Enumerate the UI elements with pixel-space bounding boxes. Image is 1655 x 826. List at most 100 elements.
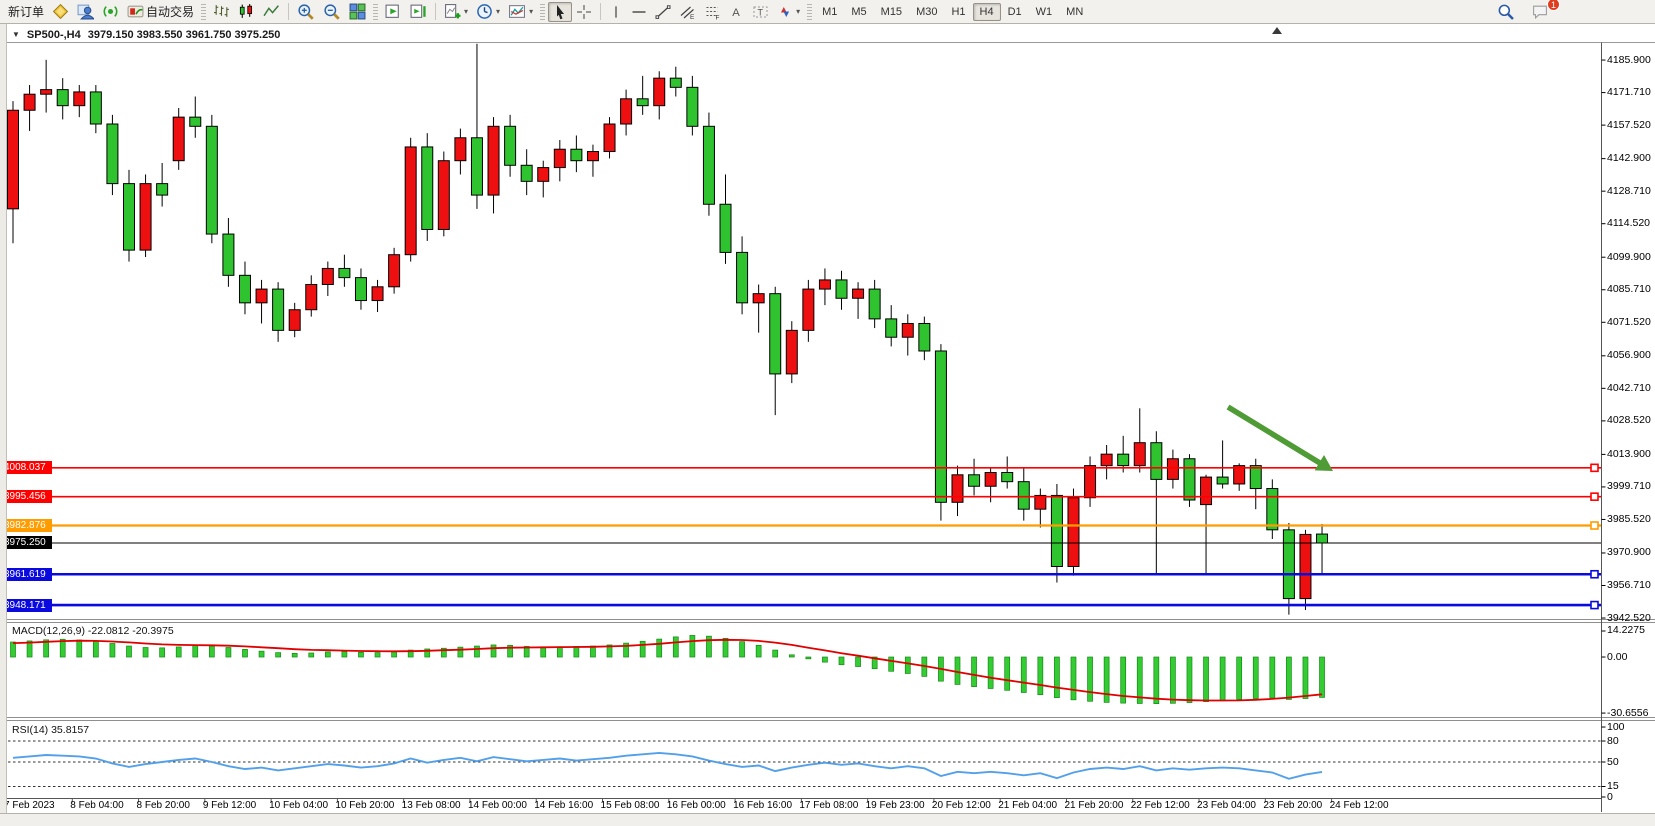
chart-shift-button[interactable]	[406, 2, 431, 22]
macd-axis-tick-label: 14.2275	[1607, 624, 1645, 637]
toolbar-drag-handle[interactable]	[540, 4, 545, 20]
chevron-down-icon: ▾	[496, 7, 500, 16]
new-order-button[interactable]: 新订单	[4, 2, 48, 22]
timeframe-button-m5[interactable]: M5	[844, 3, 873, 21]
price-axis-tick-label: 4056.900	[1607, 349, 1651, 362]
price-axis-tick-label: 4142.900	[1607, 152, 1651, 165]
cursor-tool-button[interactable]	[548, 2, 572, 22]
zoom-out-button[interactable]	[319, 2, 345, 22]
text-label-icon: T	[752, 4, 769, 20]
price-axis-tick-label: 4171.710	[1607, 86, 1651, 99]
fibonacci-tool[interactable]: F	[700, 2, 725, 22]
new-chart-icon	[444, 3, 461, 20]
auto-scroll-icon	[385, 3, 402, 20]
price-axis-tick-label: 4085.710	[1607, 283, 1651, 296]
price-axis-tick-label: 3985.520	[1607, 513, 1651, 526]
market-watch-button[interactable]	[48, 2, 73, 22]
channel-icon: E	[679, 4, 696, 20]
search-button[interactable]	[1493, 2, 1519, 22]
price-line-label: 3948.171	[0, 599, 52, 612]
macd-axis-tick-label: -30.6556	[1607, 707, 1648, 720]
window-left-edge	[0, 24, 7, 826]
arrows-tool[interactable]: ▾	[773, 2, 804, 22]
rsi-axis-tick-label: 100	[1607, 721, 1625, 734]
navigator-person-icon	[77, 3, 94, 20]
timeframe-button-mn[interactable]: MN	[1059, 3, 1090, 21]
clock-icon	[476, 3, 493, 20]
equidistant-channel-tool[interactable]: E	[675, 2, 700, 22]
indicators-button[interactable]: ▾	[504, 2, 537, 22]
fibonacci-icon: F	[704, 4, 721, 20]
horizontal-line-tool[interactable]	[627, 2, 651, 22]
bar-chart-button[interactable]	[209, 2, 234, 22]
text-label-tool[interactable]: T	[748, 2, 773, 22]
chart-dropdown-triangle-icon: ▼	[12, 30, 20, 39]
candlestick-chart-button[interactable]	[234, 2, 259, 22]
mt4-trading-terminal: 新订单 自动交易	[0, 0, 1655, 826]
zoom-out-icon	[323, 3, 341, 21]
toolbar-drag-handle[interactable]	[201, 4, 206, 20]
window-menu-triangle-icon[interactable]	[1272, 27, 1282, 34]
timeframe-button-h4[interactable]: H4	[973, 3, 1001, 21]
vertical-line-tool[interactable]	[605, 2, 627, 22]
new-chart-button[interactable]: ▾	[440, 2, 472, 22]
timeframe-button-m30[interactable]: M30	[909, 3, 944, 21]
line-chart-button[interactable]	[259, 2, 284, 22]
bar-chart-icon	[213, 3, 230, 20]
price-line-label: 3982.876	[0, 519, 52, 532]
price-axis-tick-label: 3956.710	[1607, 579, 1651, 592]
auto-scroll-button[interactable]	[381, 2, 406, 22]
timeframe-button-h1[interactable]: H1	[944, 3, 972, 21]
time-axis-label: 14 Feb 16:00	[534, 800, 593, 811]
time-axis-label: 20 Feb 12:00	[932, 800, 991, 811]
navigator-button[interactable]	[73, 2, 98, 22]
crosshair-icon	[576, 4, 592, 20]
timeframe-button-d1[interactable]: D1	[1001, 3, 1029, 21]
arrows-icon	[777, 4, 793, 20]
time-axis-label: 21 Feb 20:00	[1064, 800, 1123, 811]
trendline-tool[interactable]	[651, 2, 675, 22]
indicators-icon	[508, 3, 526, 20]
window-bottom-edge	[0, 813, 1655, 826]
price-axis-tick-label: 3970.900	[1607, 546, 1651, 559]
chevron-down-icon: ▾	[464, 7, 468, 16]
time-axis-label: 15 Feb 08:00	[601, 800, 660, 811]
main-toolbar: 新订单 自动交易	[0, 0, 1655, 24]
tile-windows-button[interactable]	[345, 2, 370, 22]
time-axis-label: 21 Feb 04:00	[998, 800, 1057, 811]
svg-text:E: E	[690, 14, 695, 20]
periods-button[interactable]: ▾	[472, 2, 504, 22]
chart-canvas[interactable]	[0, 0, 1655, 826]
svg-text:F: F	[716, 14, 720, 20]
macd-indicator-label: MACD(12,26,9) -22.0812 -20.3975	[12, 625, 174, 637]
rsi-axis-tick-label: 50	[1607, 756, 1619, 769]
price-line-label: 3975.250	[0, 536, 52, 549]
timeframe-toolbar: M1M5M15M30H1H4D1W1MN	[815, 3, 1090, 21]
time-axis-label: 23 Feb 20:00	[1263, 800, 1322, 811]
chart-title-bar[interactable]: ▼ SP500-,H4 3979.150 3983.550 3961.750 3…	[12, 27, 280, 42]
timeframe-button-m15[interactable]: M15	[874, 3, 909, 21]
candlestick-icon	[238, 3, 255, 20]
signals-button[interactable]	[98, 2, 123, 22]
autotrading-button[interactable]: 自动交易	[123, 2, 198, 22]
time-axis-label: 14 Feb 00:00	[468, 800, 527, 811]
chevron-down-icon: ▾	[529, 7, 533, 16]
zoom-in-button[interactable]	[293, 2, 319, 22]
new-order-label: 新订单	[8, 3, 44, 20]
price-line-label: 3995.456	[0, 490, 52, 503]
trendline-icon	[655, 4, 671, 20]
price-axis-tick-label: 4114.520	[1607, 217, 1650, 230]
timeframe-button-w1[interactable]: W1	[1029, 3, 1060, 21]
text-tool[interactable]: A	[725, 2, 748, 22]
toolbar-drag-handle[interactable]	[807, 4, 812, 20]
time-axis-label: 9 Feb 12:00	[203, 800, 256, 811]
chart-symbol-timeframe: SP500-,H4	[27, 29, 81, 41]
price-line-label: 3961.619	[0, 568, 52, 581]
community-chat-button[interactable]: 1	[1527, 2, 1553, 22]
toolbar-drag-handle[interactable]	[373, 4, 378, 20]
price-axis-tick-label: 4128.710	[1607, 185, 1651, 198]
svg-text:A: A	[732, 7, 740, 19]
crosshair-tool-button[interactable]	[572, 2, 596, 22]
timeframe-button-m1[interactable]: M1	[815, 3, 844, 21]
price-axis-tick-label: 4185.900	[1607, 54, 1651, 67]
